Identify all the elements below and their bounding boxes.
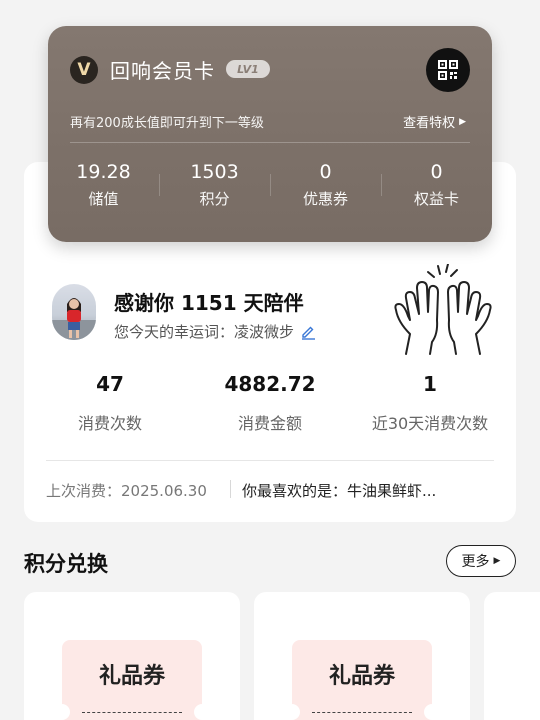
stats-divider	[46, 460, 494, 461]
asset-row: 19.28 储值 1503 积分 0 优惠券 0 权益卡	[48, 160, 492, 212]
level-badge: LV1	[226, 60, 270, 78]
asset-value: 0	[430, 161, 443, 183]
view-privileges-link[interactable]: 查看特权 ▶	[403, 112, 466, 131]
gift-coupon: 礼品券	[54, 640, 210, 720]
caret-right-icon: ▶	[459, 116, 466, 127]
card-divider	[70, 142, 470, 143]
edit-pencil-icon[interactable]	[300, 324, 316, 340]
coupon-title: 礼品券	[328, 664, 395, 689]
points-exchange-title: 积分兑换	[24, 552, 108, 576]
last-visit-date: 上次消费：2025.06.30	[46, 482, 207, 500]
qr-code-icon	[438, 60, 458, 80]
metric-recent-visits: 1 近30天消费次数	[350, 372, 510, 434]
metric-total-amount: 4882.72 消费金额	[190, 372, 350, 434]
more-button[interactable]: 更多 ▶	[446, 545, 516, 577]
gift-coupon: 礼品券	[284, 640, 440, 720]
metric-label: 消费次数	[77, 414, 142, 433]
caret-right-icon: ▶	[493, 556, 501, 566]
high-five-icon	[394, 264, 492, 355]
asset-label: 积分	[199, 190, 230, 208]
exchange-card-partial[interactable]	[484, 592, 540, 720]
asset-value: 0	[319, 161, 332, 183]
asset-value: 1503	[190, 161, 239, 183]
more-button-label: 更多	[461, 554, 490, 570]
coupon-title: 礼品券	[98, 664, 165, 689]
favorite-item: 你最喜欢的是：牛油果鲜虾...	[242, 482, 437, 500]
asset-label: 储值	[88, 190, 119, 208]
avatar	[52, 284, 96, 340]
vertical-separator	[230, 480, 231, 498]
asset-stored-value[interactable]: 19.28 储值	[48, 160, 159, 212]
fortune-line: 您今天的幸运词：凌波微步	[114, 321, 316, 342]
asset-points[interactable]: 1503 积分	[159, 160, 270, 212]
fortune-text: 您今天的幸运词：凌波微步	[114, 323, 295, 341]
asset-coupons[interactable]: 0 优惠券	[270, 160, 381, 212]
metric-label: 消费金额	[237, 414, 302, 433]
metric-value: 1	[423, 372, 437, 396]
asset-label: 权益卡	[413, 190, 459, 208]
brand-logo: V	[70, 56, 98, 84]
exchange-card[interactable]: 礼品券	[254, 592, 470, 720]
qr-code-button[interactable]	[426, 48, 470, 92]
coupon-notch	[54, 704, 70, 720]
avatar-photo	[52, 298, 96, 340]
metric-label: 近30天消费次数	[371, 414, 489, 433]
coupon-notch	[194, 704, 210, 720]
exchange-card[interactable]: 礼品券	[24, 592, 240, 720]
metric-value: 4882.72	[224, 372, 316, 396]
member-card[interactable]: V 回响会员卡 LV1 再有200成长值即可升到下一等级 查看特权 ▶ 19.2…	[48, 26, 492, 242]
view-privileges-label: 查看特权	[403, 116, 456, 131]
asset-benefit-cards[interactable]: 0 权益卡	[381, 160, 492, 212]
brand-logo-letter: V	[77, 60, 91, 80]
asset-value: 19.28	[76, 161, 131, 183]
coupon-dashed-line	[82, 712, 182, 713]
consumption-metrics: 47 消费次数 4882.72 消费金额 1 近30天消费次数	[30, 372, 510, 434]
greeting-title: 感谢你 1151 天陪伴	[114, 291, 304, 315]
metric-visit-count: 47 消费次数	[30, 372, 190, 434]
coupon-notch	[424, 704, 440, 720]
asset-label: 优惠券	[302, 190, 348, 208]
card-title: 回响会员卡	[110, 59, 215, 83]
coupon-dashed-line	[312, 712, 412, 713]
coupon-notch	[284, 704, 300, 720]
metric-value: 47	[96, 372, 124, 396]
upgrade-hint: 再有200成长值即可升到下一等级	[70, 116, 264, 131]
